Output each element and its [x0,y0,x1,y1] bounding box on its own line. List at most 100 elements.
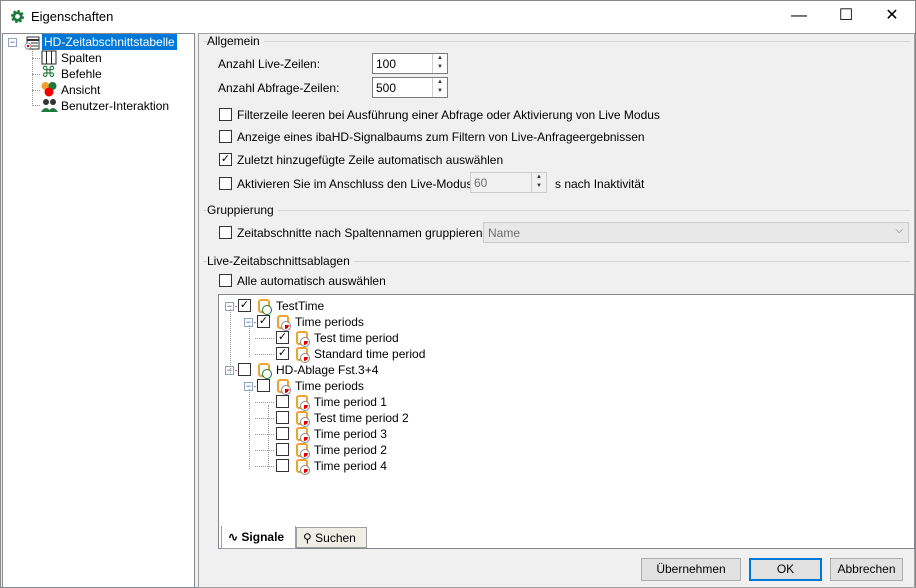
tree-checkbox[interactable] [238,363,251,376]
tree-label: Standard time period [314,347,426,361]
live-rows-value[interactable]: 100 [376,57,396,71]
tab-signale[interactable]: ∿ Signale [221,526,296,549]
tree-label: Time periods [295,315,364,329]
select-all-checkbox[interactable] [219,274,232,287]
tree-checkbox[interactable] [276,411,289,424]
tree-row[interactable]: − ✓ Time periods [219,314,909,331]
tree-label: Time period 1 [314,395,387,409]
time-period-icon [296,411,310,427]
tree-label: Time period 4 [314,459,387,473]
group-header-gruppierung: Gruppierung [207,203,278,217]
tree-label: Time period 3 [314,427,387,441]
nav-item-spalten[interactable]: Spalten [61,50,102,66]
cancel-button[interactable]: Abbrechen [830,558,903,581]
time-period-icon [296,427,310,443]
time-period-icon [277,379,291,395]
ok-button[interactable]: OK [749,558,822,581]
properties-window: Eigenschaften — ☐ ✕ − HD-Zeitabschnittst… [0,0,916,588]
command-icon: ⌘ [41,64,56,81]
nav-item-ansicht[interactable]: Ansicht [61,82,100,98]
time-period-icon [296,331,310,347]
tab-signale-label: Signale [241,530,285,544]
tree-label: HD-Ablage Fst.3+4 [276,363,379,377]
time-period-icon [296,347,310,363]
navigation-tree: − HD-Zeitabschnittstabelle Spalten ⌘ Bef… [2,33,195,588]
group-checkbox[interactable] [219,226,232,239]
tree-checkbox[interactable] [276,443,289,456]
clear-filter-checkbox[interactable] [219,108,232,121]
tree-label: Test time period 2 [314,411,409,425]
spin-arrows-icon[interactable]: ▲ ▼ [531,173,546,192]
time-period-icon [296,443,310,459]
tree-label: Test time period [314,331,399,345]
select-all-label: Alle automatisch auswählen [237,274,386,288]
tree-row[interactable]: − Time periods [219,378,909,395]
window-title: Eigenschaften [31,9,114,24]
tree-checkbox[interactable] [276,427,289,440]
tab-suchen-label: Suchen [315,531,356,545]
collapse-icon[interactable]: − [8,38,17,47]
live-rows-label: Anzahl Live-Zeilen: [218,57,321,71]
query-rows-label: Anzahl Abfrage-Zeilen: [218,81,340,95]
table-icon [24,36,40,50]
tree-row[interactable]: ✓ Standard time period [219,346,909,363]
tree-checkbox[interactable]: ✓ [238,299,251,312]
auto-select-label: Zuletzt hinzugefügte Zeile automatisch a… [237,153,504,167]
view-icon [41,82,57,97]
time-period-icon [277,315,291,331]
inactivity-value[interactable]: 60 [474,176,487,190]
time-period-icon [296,395,310,411]
time-period-icon [296,459,310,475]
tree-checkbox[interactable] [257,379,270,392]
nav-item-benutzer-interaktion[interactable]: Benutzer-Interaktion [61,98,169,114]
nav-root[interactable]: HD-Zeitabschnittstabelle [42,34,177,50]
inactivity-spinner[interactable]: 60 ▲ ▼ [470,172,547,193]
tab-suchen[interactable]: ⚲ Suchen [296,527,367,548]
live-mode-label: Aktivieren Sie im Anschluss den Live-Mod… [237,177,476,191]
group-column-select[interactable]: Name ⌵ [483,222,909,243]
chevron-down-icon[interactable]: ⌵ [895,225,903,236]
spin-arrows-icon[interactable]: ▲ ▼ [432,78,447,97]
live-mode-checkbox[interactable] [219,177,232,190]
group-header-allgemein: Allgemein [207,34,264,48]
store-icon [258,363,272,379]
tree-label: TestTime [276,299,325,313]
spin-arrows-icon[interactable]: ▲ ▼ [432,54,447,73]
apply-button[interactable]: Übernehmen [641,558,741,581]
search-icon: ⚲ [303,531,312,545]
tree-row[interactable]: Time period 4 [219,458,909,475]
inactivity-suffix: s nach Inaktivität [555,177,645,191]
close-button[interactable]: ✕ [869,1,915,33]
tree-checkbox[interactable]: ✓ [257,315,270,328]
group-header-ablagen: Live-Zeitabschnittsablagen [207,254,354,268]
query-rows-value[interactable]: 500 [376,81,396,95]
tree-row[interactable]: ✓ Test time period [219,330,909,347]
minimize-button[interactable]: — [776,1,822,33]
tree-label: Time periods [295,379,364,393]
tree-row[interactable]: − HD-Ablage Fst.3+4 [219,362,909,379]
tree-checkbox[interactable]: ✓ [276,347,289,360]
wave-icon: ∿ [228,530,239,544]
tree-checkbox[interactable] [276,395,289,408]
tree-checkbox[interactable] [276,459,289,472]
tree-checkbox[interactable]: ✓ [276,331,289,344]
tree-row[interactable]: Time period 1 [219,394,909,411]
store-icon [258,299,272,315]
signal-tree-checkbox[interactable] [219,130,232,143]
tree-row[interactable]: Test time period 2 [219,410,909,427]
tree-row[interactable]: Time period 2 [219,442,909,459]
auto-select-checkbox[interactable]: ✓ [219,153,232,166]
maximize-button[interactable]: ☐ [823,1,869,33]
tree-row[interactable]: − ✓ TestTime [219,298,909,315]
live-rows-spinner[interactable]: 100 ▲ ▼ [372,53,448,74]
nav-item-befehle[interactable]: Befehle [61,66,102,82]
tree-label: Time period 2 [314,443,387,457]
signal-tree-label: Anzeige eines ibaHD-Signalbaums zum Filt… [237,130,645,144]
title-bar: Eigenschaften — ☐ ✕ [1,1,915,33]
users-icon [41,99,58,112]
group-label: Zeitabschnitte nach Spaltennamen gruppie… [237,226,486,240]
stores-tree: ∿ Signale ⚲ Suchen − ✓ TestTime − ✓ Time peri… [218,294,915,549]
tree-row[interactable]: Time period 3 [219,426,909,443]
gear-icon [10,9,25,24]
query-rows-spinner[interactable]: 500 ▲ ▼ [372,77,448,98]
